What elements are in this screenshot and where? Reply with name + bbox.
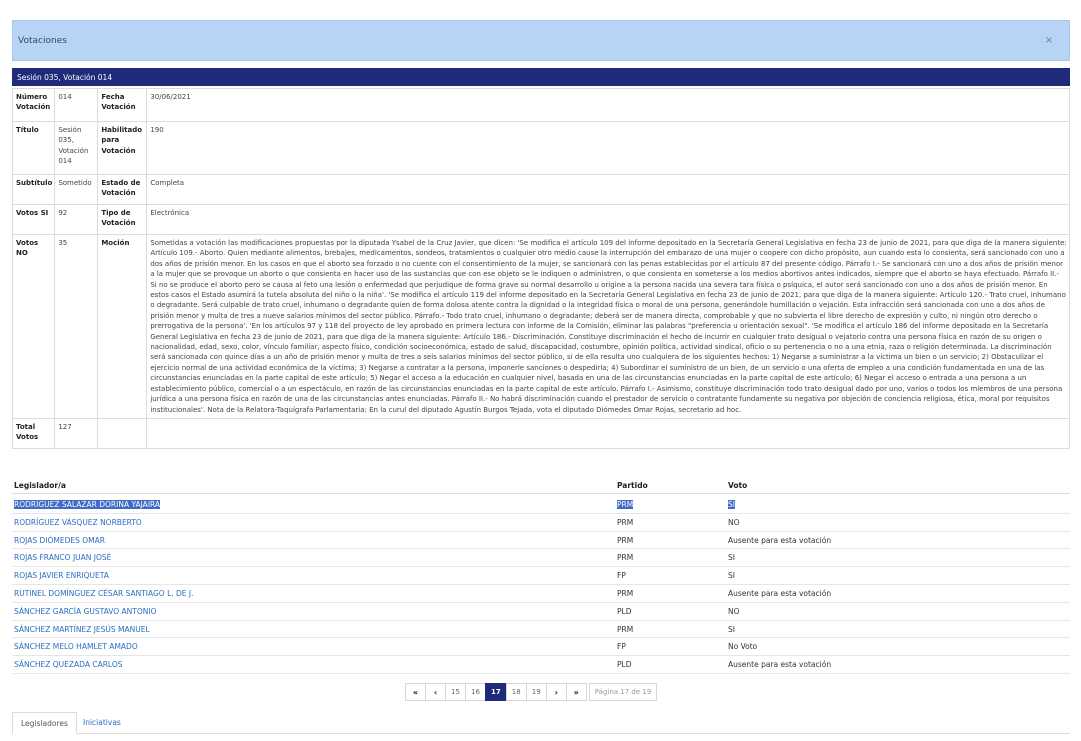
legislator-name[interactable]: ROJAS FRANCO JUAN JOSÉ: [14, 553, 111, 562]
votos-si-value: 92: [54, 204, 99, 235]
legislator-vote: No Voto: [728, 642, 758, 652]
legislator-party: FP: [617, 571, 626, 581]
legislator-vote: SI: [728, 500, 735, 509]
legislator-party: PRM: [617, 588, 634, 598]
page-18-button[interactable]: 18: [505, 683, 527, 701]
double-chevron-left-icon[interactable]: «: [405, 683, 426, 701]
legislator-party: PRM: [617, 535, 634, 545]
fecha-votacion-label: Fecha Votación: [97, 88, 148, 122]
estado-label: Estado de Votación: [97, 174, 148, 205]
estado-value: Completa: [146, 174, 1070, 205]
page-19-button[interactable]: 19: [525, 683, 547, 701]
column-header-voto: Voto: [728, 481, 748, 490]
page-16-button[interactable]: 16: [465, 683, 486, 701]
table-row[interactable]: RUTINEL DOMÍNGUEZ CÉSAR SANTIAGO L. DE J…: [12, 585, 1070, 603]
legislator-vote: SI: [728, 571, 735, 581]
legislator-vote: Ausente para esta votación: [728, 535, 832, 545]
page-15-button[interactable]: 15: [445, 683, 466, 701]
modal-title: Votaciones: [18, 35, 67, 46]
legislator-name[interactable]: ROJAS JAVIER ENRIQUETA: [14, 571, 109, 580]
legislator-name[interactable]: SÁNCHEZ GARCÍA GUSTAVO ANTONIO: [14, 607, 156, 616]
page-info: Página 17 de 19: [588, 683, 658, 701]
tab-iniciativas[interactable]: Iniciativas: [75, 712, 129, 734]
legislator-name[interactable]: RODRÍGUEZ VÁSQUEZ NORBERTO: [14, 518, 142, 527]
votos-no-value: 35: [54, 234, 99, 419]
page-17-button[interactable]: 17: [485, 683, 507, 701]
votaciones-modal: Votaciones × Sesión 035, Votación 014 Nú…: [11, 20, 1070, 741]
legislator-vote: SI: [728, 624, 735, 634]
empty-cell: [146, 417, 1070, 449]
legislator-name[interactable]: SÁNCHEZ MELO HAMLET AMADO: [14, 642, 138, 651]
tab-legisladores[interactable]: Legisladores: [12, 712, 77, 734]
legislator-vote: NO: [728, 517, 740, 527]
pagination: « ‹ 15 16 17 18 19 › » Página 17 de 19: [405, 683, 658, 701]
titulo-value: Sesión 035, Votación 014: [54, 121, 99, 175]
mocion-label: Moción: [97, 234, 148, 419]
legislator-vote: SI: [728, 553, 735, 563]
tipo-label: Tipo de Votación: [97, 204, 148, 235]
fecha-votacion-value: 30/06/2021: [146, 88, 1070, 122]
legislator-party: PRM: [617, 553, 634, 563]
header-divider: [12, 493, 1070, 494]
legislator-party: PRM: [617, 624, 634, 634]
legislator-party: PRM: [617, 500, 634, 509]
chevron-left-icon[interactable]: ‹: [425, 683, 446, 701]
chevron-right-icon[interactable]: ›: [545, 683, 567, 701]
table-row[interactable]: ROJAS JAVIER ENRIQUETA FP SI: [12, 567, 1070, 585]
tipo-value: Electrónica: [146, 204, 1070, 235]
legislator-name[interactable]: ROJAS DIÓMEDES OMAR: [14, 536, 105, 545]
habilitado-value: 190: [146, 121, 1070, 175]
total-votos-label: Total Votos: [11, 417, 56, 449]
table-row[interactable]: SÁNCHEZ MELO HAMLET AMADO FP No Voto: [12, 638, 1070, 657]
legislator-name[interactable]: SÁNCHEZ MARTÍNEZ JESÚS MANUEL: [14, 625, 150, 634]
table-row[interactable]: SÁNCHEZ GARCÍA GUSTAVO ANTONIO PLD NO: [12, 603, 1070, 621]
subtitulo-value: Sometido: [54, 174, 99, 205]
table-row[interactable]: RODRÍGUEZ SALAZAR DORINA YAJAIRA PRM SI: [12, 496, 1070, 514]
legislator-name[interactable]: SÁNCHEZ QUEZADA CARLOS: [14, 660, 123, 669]
votacion-details-table: Número Votación 014 Fecha Votación 30/06…: [11, 88, 1070, 449]
column-header-partido: Partido: [617, 481, 648, 490]
bottom-tabs: Legisladores Iniciativas: [12, 712, 1070, 734]
table-row[interactable]: RODRÍGUEZ VÁSQUEZ NORBERTO PRM NO: [12, 514, 1070, 532]
close-icon[interactable]: ×: [1041, 35, 1057, 46]
numero-votacion-label: Número Votación: [11, 88, 56, 122]
double-chevron-right-icon[interactable]: »: [565, 683, 587, 701]
total-votos-value: 127: [54, 417, 99, 449]
legislator-name[interactable]: RUTINEL DOMÍNGUEZ CÉSAR SANTIAGO L. DE J…: [14, 589, 194, 598]
legislator-vote: NO: [728, 606, 740, 616]
legislator-party: PRM: [617, 517, 634, 527]
legislator-party: FP: [617, 642, 626, 652]
empty-cell: [97, 417, 148, 449]
table-row[interactable]: SÁNCHEZ MARTÍNEZ JESÚS MANUEL PRM SI: [12, 621, 1070, 639]
table-row[interactable]: SÁNCHEZ QUEZADA CARLOS PLD Ausente para es…: [12, 656, 1070, 674]
numero-votacion-value: 014: [54, 88, 99, 122]
legislators-list: RODRÍGUEZ SALAZAR DORINA YAJAIRA PRM SI ROD…: [12, 496, 1070, 674]
votos-no-label: Votos NO: [11, 234, 56, 419]
table-row[interactable]: ROJAS DIÓMEDES OMAR PRM Ausente para esta …: [12, 532, 1070, 550]
table-row[interactable]: ROJAS FRANCO JUAN JOSÉ PRM SI: [12, 549, 1070, 568]
votos-si-label: Votos SI: [11, 204, 56, 235]
subtitulo-label: Subtítulo: [11, 174, 56, 205]
legislator-name[interactable]: RODRÍGUEZ SALAZAR DORINA YAJAIRA: [14, 500, 161, 509]
modal-header: Votaciones ×: [12, 20, 1070, 61]
legislator-party: PLD: [617, 606, 632, 616]
titulo-label: Título: [11, 121, 56, 175]
session-header: Sesión 035, Votación 014: [12, 68, 1070, 86]
legislator-vote: Ausente para esta votación: [728, 660, 832, 670]
mocion-text: Sometidas a votación las modificaciones …: [146, 234, 1070, 419]
legislator-vote: Ausente para esta votación: [728, 588, 832, 598]
legislator-party: PLD: [617, 660, 632, 670]
column-header-legislador: Legislador/a: [14, 481, 66, 490]
habilitado-label: Habilitado para Votación: [97, 121, 148, 175]
